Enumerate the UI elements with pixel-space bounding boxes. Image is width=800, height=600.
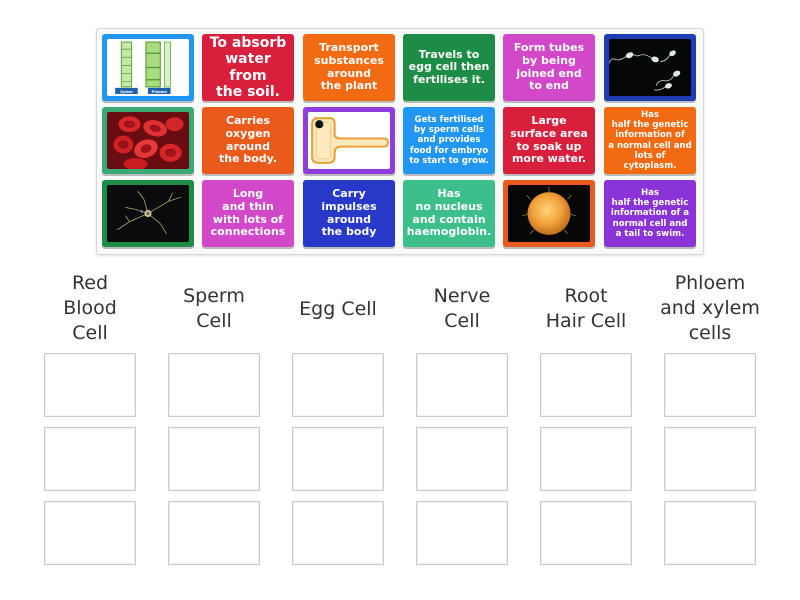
draggable-text-card[interactable]: Has no nucleus and contain haemoglobin. <box>403 180 495 247</box>
card-text: Transport substances around the plant <box>314 41 384 93</box>
phloem-caption: Phloem <box>152 90 168 94</box>
drop-slot[interactable] <box>168 501 260 565</box>
drop-slot[interactable] <box>44 501 136 565</box>
drop-slot[interactable] <box>416 353 508 417</box>
draggable-text-card[interactable]: Has half the genetic information of a no… <box>604 107 696 174</box>
category-heading: Egg Cell <box>299 298 377 320</box>
draggable-image-card[interactable] <box>303 107 395 174</box>
category-heading: Phloem and xylem cells <box>660 272 760 345</box>
card-text: Carries oxygen around the body. <box>218 114 278 166</box>
drop-slot[interactable] <box>664 501 756 565</box>
xylem-caption: Xylem <box>120 90 133 94</box>
drop-slot[interactable] <box>168 353 260 417</box>
card-text: Has half the genetic information of a no… <box>608 110 692 171</box>
drop-slot[interactable] <box>416 501 508 565</box>
draggable-text-card[interactable]: Carry impulses around the body <box>303 180 395 247</box>
category-heading: Sperm Cell <box>183 285 245 333</box>
draggable-text-card[interactable]: Carries oxygen around the body. <box>202 107 294 174</box>
drop-slot[interactable] <box>292 353 384 417</box>
drop-slot[interactable] <box>540 501 632 565</box>
draggable-text-card[interactable]: Form tubes by being joined end to end <box>503 34 595 101</box>
xylem-phloem-image: Xylem Phloem <box>107 39 189 96</box>
draggable-image-card[interactable] <box>102 180 194 247</box>
card-text: To absorb water from the soil. <box>209 35 287 100</box>
draggable-text-card[interactable]: Transport substances around the plant <box>303 34 395 101</box>
root-hair-cell-image <box>308 112 390 169</box>
drop-slot[interactable] <box>292 501 384 565</box>
draggable-image-card[interactable]: Xylem Phloem <box>102 34 194 101</box>
card-text: Gets fertilised by sperm cells and provi… <box>409 115 489 166</box>
drop-slot[interactable] <box>416 427 508 491</box>
card-text: Long and thin with lots of connections <box>210 187 286 239</box>
card-text: Has no nucleus and contain haemoglobin. <box>406 187 492 239</box>
drop-slot[interactable] <box>292 427 384 491</box>
category-heading: Red Blood Cell <box>63 272 117 345</box>
drop-slot[interactable] <box>664 353 756 417</box>
drop-slot[interactable] <box>44 353 136 417</box>
red-blood-cells-image <box>107 112 189 169</box>
category-heading: Nerve Cell <box>433 285 491 333</box>
card-text: Has half the genetic information of a no… <box>610 188 690 239</box>
nerve-cell-image <box>107 185 189 242</box>
draggable-image-card[interactable] <box>503 180 595 247</box>
drop-slot[interactable] <box>540 427 632 491</box>
egg-cell-image <box>508 185 590 242</box>
category-heading: Root Hair Cell <box>545 285 627 333</box>
drop-slot[interactable] <box>44 427 136 491</box>
draggable-text-card[interactable]: Long and thin with lots of connections <box>202 180 294 247</box>
draggable-text-card[interactable]: Large surface area to soak up more water… <box>503 107 595 174</box>
card-text: Large surface area to soak up more water… <box>510 114 588 166</box>
card-text: Form tubes by being joined end to end <box>513 41 585 93</box>
draggable-text-card[interactable]: Has half the genetic information of a no… <box>604 180 696 247</box>
sperm-cells-image <box>609 39 691 96</box>
card-text: Carry impulses around the body <box>321 187 377 239</box>
draggable-text-card[interactable]: Travels to egg cell then fertilises it. <box>403 34 495 101</box>
draggable-image-card[interactable] <box>102 107 194 174</box>
drop-slot[interactable] <box>168 427 260 491</box>
draggable-image-card[interactable] <box>604 34 696 101</box>
drop-slot[interactable] <box>664 427 756 491</box>
draggable-text-card[interactable]: Gets fertilised by sperm cells and provi… <box>403 107 495 174</box>
drop-slot[interactable] <box>540 353 632 417</box>
card-text: Travels to egg cell then fertilises it. <box>408 47 490 86</box>
draggable-text-card[interactable]: To absorb water from the soil. <box>202 34 294 101</box>
